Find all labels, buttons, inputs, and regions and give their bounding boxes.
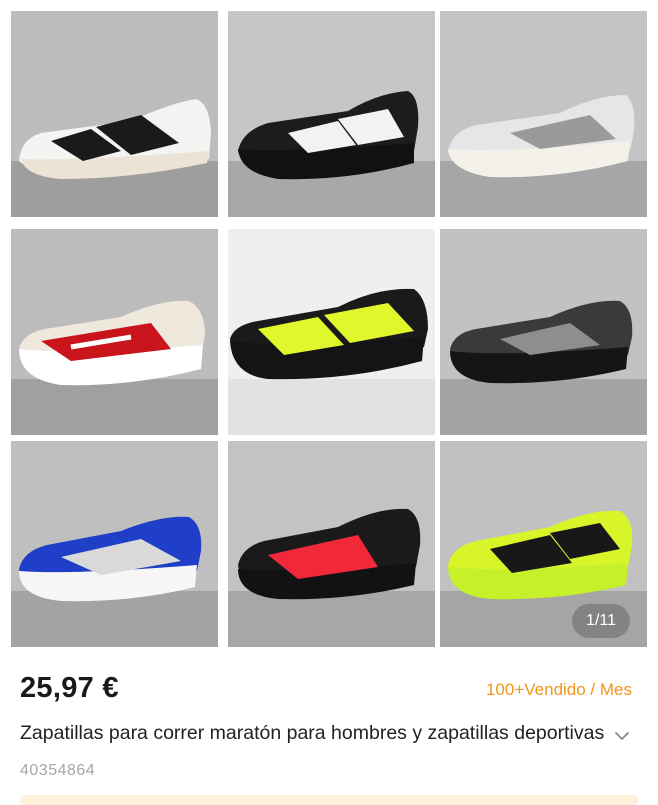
product-title: Zapatillas para correr maratón para homb… — [20, 722, 605, 744]
promo-strip — [20, 795, 638, 805]
thumbnail-5[interactable] — [228, 229, 435, 435]
thumbnail-7[interactable] — [11, 441, 218, 647]
chevron-down-icon[interactable] — [612, 726, 632, 746]
thumbnail-8[interactable] — [228, 441, 435, 647]
image-counter: 1/11 — [572, 604, 630, 638]
thumbnail-4[interactable] — [11, 229, 218, 435]
thumbnail-3[interactable] — [440, 11, 647, 217]
thumbnail-1[interactable] — [11, 11, 218, 217]
product-price: 25,97 € — [20, 672, 119, 704]
price-row: 25,97 € 100+Vendido / Mes — [20, 672, 632, 712]
product-image-gallery[interactable]: 1/11 — [0, 0, 658, 648]
product-sku: 40354864 — [20, 762, 96, 779]
thumbnail-6[interactable] — [440, 229, 647, 435]
sold-per-month: 100+Vendido / Mes — [485, 680, 632, 699]
product-title-row[interactable]: Zapatillas para correr maratón para homb… — [20, 722, 636, 752]
thumbnail-2[interactable] — [228, 11, 435, 217]
